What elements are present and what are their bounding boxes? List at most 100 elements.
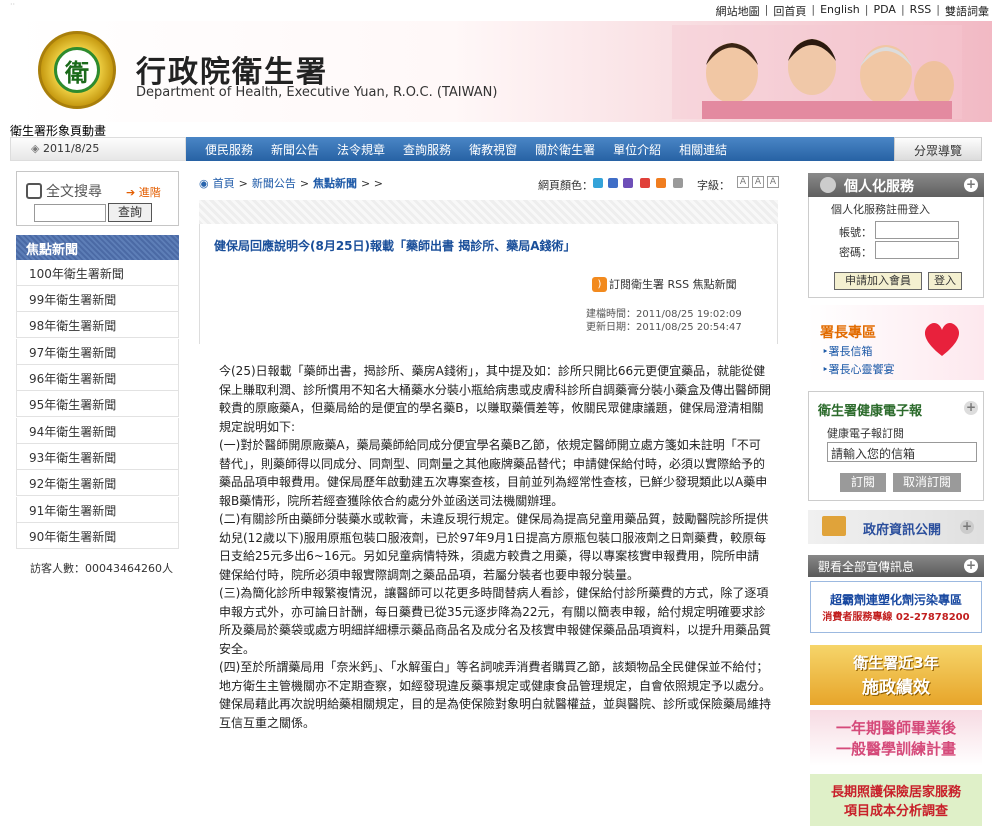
page-color-label: 網頁顏色： — [538, 179, 593, 192]
ad-plasticizer[interactable]: 超霸劑連塑化劑污染專區 消費者服務專線 02-27878200 — [810, 581, 982, 633]
ads-heading[interactable]: 觀看全部宣傳訊息 + — [808, 555, 984, 577]
color-option-orange[interactable] — [656, 178, 666, 188]
color-option-red[interactable] — [640, 178, 650, 188]
search-icon — [26, 183, 42, 199]
nav-regulations[interactable]: 法令規章 — [337, 141, 385, 158]
nav-query[interactable]: 查詢服務 — [403, 141, 451, 158]
breadcrumb-tail: > > — [361, 176, 383, 190]
header-banner: 衛 行政院衛生署 Department of Health, Executive… — [10, 21, 992, 122]
top-mark: ·· — [10, 0, 16, 9]
sitemap-link[interactable]: 網站地圖 — [716, 3, 760, 19]
chief-mailbox-link[interactable]: ‣署長信箱 — [822, 343, 873, 359]
font-size-medium[interactable]: A — [752, 176, 764, 188]
created-time: 建檔時間：2011/08/25 19:02:09 — [586, 309, 742, 320]
search-input[interactable] — [34, 204, 106, 222]
news-item[interactable]: 95年衛生署新聞 — [16, 391, 179, 417]
login-button[interactable]: 登入 — [928, 272, 962, 290]
news-item[interactable]: 93年衛生署新聞 — [16, 444, 179, 470]
account-input[interactable] — [875, 221, 959, 239]
doh-logo[interactable]: 衛 — [38, 31, 116, 109]
nav-news[interactable]: 新聞公告 — [271, 141, 319, 158]
pda-link[interactable]: PDA — [874, 3, 896, 19]
calendar-icon: ◈ — [31, 142, 43, 155]
color-option-blue[interactable] — [608, 178, 618, 188]
nav-about[interactable]: 關於衛生署 — [535, 141, 595, 158]
advanced-search-link[interactable]: ➔ 進階 — [126, 184, 161, 200]
news-item[interactable]: 98年衛生署新聞 — [16, 312, 179, 338]
audience-nav[interactable]: 分眾導覽 — [894, 137, 982, 161]
breadcrumb-section[interactable]: 新聞公告 — [252, 175, 296, 191]
user-icon — [820, 177, 836, 193]
unsubscribe-button[interactable]: 取消訂閱 — [893, 473, 961, 492]
breadcrumb-home[interactable]: 首頁 — [213, 175, 235, 191]
subscribe-button[interactable]: 訂閱 — [840, 473, 886, 492]
nav-links[interactable]: 相關連結 — [679, 141, 727, 158]
nav-services[interactable]: 便民服務 — [205, 141, 253, 158]
family-photo — [672, 25, 962, 119]
article-title: 健保局回應說明今(8月25日)報載「藥師出書 揭診所、藥局A錢術」 — [214, 239, 576, 253]
top-links: 網站地圖 | 回首頁 | English | PDA | RSS | 雙語詞彙 — [715, 3, 989, 19]
rss-label: 訂閱衛生署 RSS 焦點新聞 — [609, 278, 737, 291]
password-label: 密碼： — [839, 246, 872, 259]
expand-icon[interactable]: + — [964, 401, 978, 415]
news-item[interactable]: 99年衛生署新聞 — [16, 286, 179, 312]
news-item[interactable]: 97年衛生署新聞 — [16, 339, 179, 365]
news-item[interactable]: 91年衛生署新聞 — [16, 497, 179, 523]
search-title: 全文搜尋 — [26, 181, 102, 201]
ad-longterm-care[interactable]: 長期照護保險居家服務 項目成本分析調查 — [810, 774, 982, 826]
focus-news-heading: 焦點新聞 — [16, 235, 179, 260]
search-button[interactable]: 查詢 — [108, 203, 152, 222]
article-paragraph: 今(25)日報載「藥師出書，揭診所、藥房A錢術」，其中提及如：診所只開比66元更… — [219, 364, 772, 434]
color-option-gray[interactable] — [673, 178, 683, 188]
chief-mailbox-label: 署長信箱 — [828, 345, 873, 358]
enews-sub: 健康電子報訂閱 — [827, 427, 904, 440]
ad-line: 長期照護保險居家服務 — [830, 785, 961, 800]
expand-icon[interactable]: + — [964, 178, 978, 192]
email-field[interactable]: 請輸入您的信箱 — [827, 442, 977, 462]
breadcrumb-current[interactable]: 焦點新聞 — [313, 175, 357, 191]
chief-feast-link[interactable]: ‣署長心靈饗宴 — [822, 361, 895, 377]
chief-zone-title: 署長專區 — [820, 325, 876, 341]
updated-time: 更新日期：2011/08/25 20:54:47 — [586, 322, 742, 333]
font-size-large[interactable]: A — [767, 176, 779, 188]
breadcrumb-sep: > — [299, 176, 310, 190]
home-link[interactable]: 回首頁 — [773, 3, 806, 19]
join-member-button[interactable]: 申請加入會員 — [834, 272, 922, 290]
article-paragraph: (二)有關診所由藥師分裝藥水或軟膏，未違反現行規定。健保局為提高兒童用藥品質，鼓… — [219, 512, 769, 582]
site-title-en: Department of Health, Executive Yuan, R.… — [136, 85, 498, 100]
ad-achievements[interactable]: 衛生署近3年 施政績效 — [810, 645, 982, 705]
rss-link[interactable]: RSS — [910, 3, 932, 19]
logo-glyph: 衛 — [54, 47, 100, 93]
current-date: 2011/8/25 — [42, 142, 100, 155]
ad-line: 衛生署近3年 — [853, 654, 939, 672]
password-input[interactable] — [875, 241, 959, 259]
color-option-cyan[interactable] — [593, 178, 603, 188]
news-item[interactable]: 100年衛生署新聞 — [16, 260, 179, 286]
enews-title: 衛生署健康電子報 — [818, 404, 923, 419]
ad-training[interactable]: 一年期醫師畢業後 一般醫學訓練計畫 — [810, 710, 982, 766]
nav-units[interactable]: 單位介紹 — [613, 141, 661, 158]
rss-subscribe[interactable]: ) 訂閱衛生署 RSS 焦點新聞 — [592, 276, 737, 292]
article-paragraph: (四)至於所謂藥局用「奈米鈣」、「水解蛋白」等名詞唬弄消費者購買乙節，該類物品全… — [219, 660, 772, 693]
ad-line: 施政績效 — [862, 678, 930, 698]
folder-icon — [822, 516, 846, 536]
personal-service-title: 個人化服務 — [844, 179, 914, 195]
personal-service-sub: 個人化服務註冊登入 — [831, 203, 930, 216]
nav-health-edu[interactable]: 衛教視窗 — [469, 141, 517, 158]
gov-info-open[interactable]: 政府資訊公開 + — [808, 510, 984, 544]
visitor-counter: 訪客人數：00043464260人 — [30, 562, 173, 575]
ad-line: 超霸劑連塑化劑污染專區 — [829, 593, 962, 607]
news-item[interactable]: 92年衛生署新聞 — [16, 470, 179, 496]
advanced-search-label: 進階 — [138, 186, 161, 199]
news-item[interactable]: 90年衛生署新聞 — [16, 523, 179, 549]
font-size-small[interactable]: A — [737, 176, 749, 188]
english-link[interactable]: English — [820, 3, 860, 19]
font-size-label: 字級： — [697, 179, 730, 192]
breadcrumb-sep: > — [238, 176, 248, 190]
search-title-text: 全文搜尋 — [46, 184, 102, 200]
color-option-purple[interactable] — [623, 178, 633, 188]
personal-service-heading: 個人化服務 + — [808, 173, 984, 197]
glossary-link[interactable]: 雙語詞彙 — [945, 3, 989, 19]
news-item[interactable]: 94年衛生署新聞 — [16, 418, 179, 444]
news-item[interactable]: 96年衛生署新聞 — [16, 365, 179, 391]
